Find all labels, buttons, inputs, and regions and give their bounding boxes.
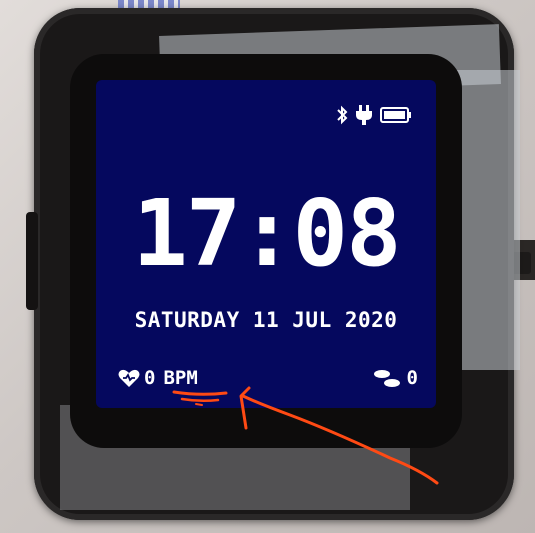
bluetooth-icon [337,105,348,125]
footsteps-icon [373,370,400,387]
heart-icon [118,369,140,387]
clock-date: SATURDAY 11 JUL 2020 [134,308,398,332]
heart-rate-widget: 0 BPM [118,367,198,389]
steps-widget: 0 [373,367,418,389]
heart-rate-value: 0 [144,367,156,389]
status-bar [336,104,412,126]
battery-icon [380,107,411,123]
steps-value: 0 [406,367,418,389]
heart-rate-unit: BPM [163,367,198,389]
side-button[interactable] [26,212,38,310]
charging-plug-icon [356,105,372,125]
clock-time: 17:08 [132,180,402,287]
watch-screen[interactable]: 17:08 SATURDAY 11 JUL 2020 0 BPM 0 [96,80,436,408]
